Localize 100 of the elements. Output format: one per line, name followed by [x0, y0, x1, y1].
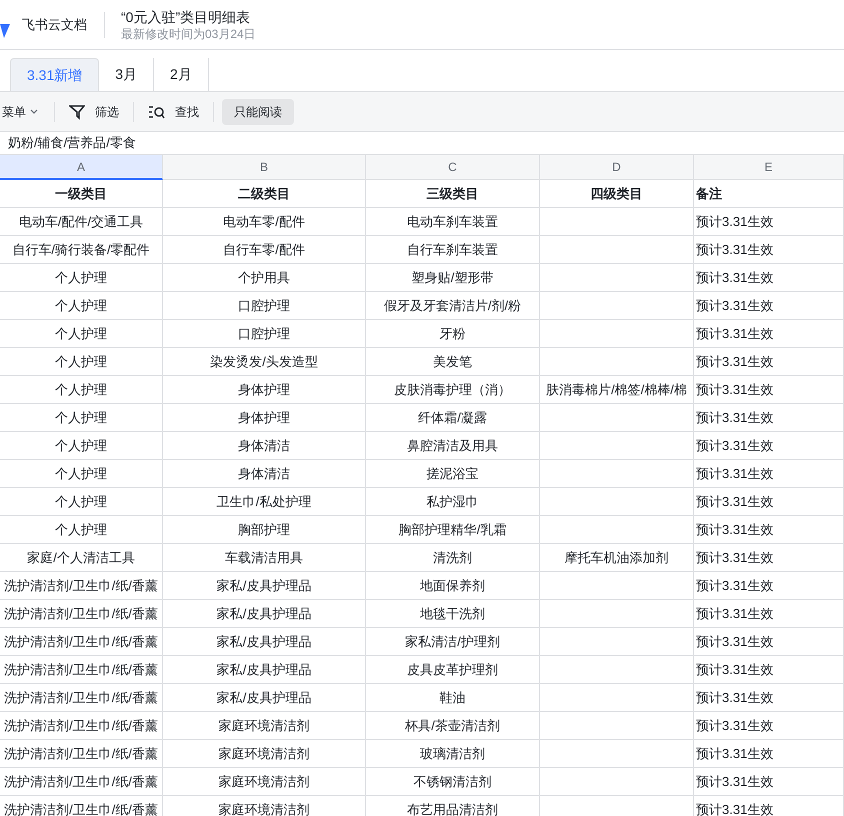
table-cell-text: 口腔护理 [238, 296, 290, 315]
table-cell-text: 预计3.31生效 [696, 520, 774, 539]
table-cell-text: 杯具/茶壶清洁剂 [405, 716, 500, 735]
table-cell-text: 搓泥浴宝 [426, 464, 478, 483]
table-cell-text: 预计3.31生效 [696, 380, 774, 399]
table-cell-text: 预计3.31生效 [696, 240, 774, 259]
table-cell-text: 地毯干洗剂 [420, 604, 485, 623]
sheet-tab[interactable]: 3.31新增 [10, 58, 100, 91]
table-cell-text: 玻璃清洁剂 [420, 744, 485, 763]
table-cell-text: 预计3.31生效 [696, 436, 774, 455]
table-cell-text: 电动车零/配件 [223, 212, 305, 231]
sheet-tab[interactable]: 3月 [99, 58, 154, 91]
table-cell-text: 身体护理 [238, 408, 290, 427]
filter-button[interactable]: 筛选 [63, 102, 125, 120]
table-cell-text: 个人护理 [55, 324, 107, 343]
last-modified-text: 最新修改时间为03月24日 [121, 26, 256, 42]
table-cell-text: 家私/皮具护理品 [216, 688, 312, 707]
menu-dropdown[interactable]: 菜单 [2, 102, 46, 120]
table-cell-text: 家私/皮具护理品 [216, 576, 312, 595]
table-cell-text: 假牙及牙套清洁片/剂/粉 [384, 296, 522, 315]
logo-icon [0, 24, 10, 38]
table-cell-text: 洗护清洁剂/卫生巾/纸/香薰 [4, 744, 158, 763]
table-cell-text: 个人护理 [55, 464, 107, 483]
table-cell-text: 自行车零/配件 [223, 240, 305, 259]
find-button[interactable]: 查找 [142, 102, 205, 120]
table-cell-text: 洗护清洁剂/卫生巾/纸/香薰 [4, 576, 158, 595]
table-cell-text: 家私/皮具护理品 [216, 604, 312, 623]
table-cell-text: 家庭环境清洁剂 [218, 744, 310, 763]
table-cell-text: 卫生巾/私处护理 [216, 492, 312, 511]
table-cell-text: 鼻腔清洁及用具 [407, 436, 498, 455]
column-header[interactable]: B [163, 155, 366, 180]
sheet-tab[interactable]: 2月 [154, 58, 209, 91]
table-cell-text: 胸部护理 [238, 520, 290, 539]
table-cell-text: 自行车刹车装置 [407, 240, 498, 259]
header-cell-text: 四级类目 [590, 184, 642, 203]
table-cell-text: 预计3.31生效 [696, 268, 774, 287]
search-icon [148, 104, 165, 120]
table-cell-text: 电动车/配件/交通工具 [18, 212, 144, 231]
column-header[interactable]: E [694, 155, 844, 180]
header-cell-text: 二级类目 [238, 184, 290, 203]
table-cell-text: 洗护清洁剂/卫生巾/纸/香薰 [4, 604, 158, 623]
table-cell-text: 个人护理 [55, 380, 107, 399]
table-cell-text: 胸部护理精华/乳霜 [398, 520, 506, 539]
table-cell-text: 染发烫发/头发造型 [210, 352, 318, 371]
table-cell-text: 车载清洁用具 [225, 548, 303, 567]
table-cell-text: 家庭/个人清洁工具 [27, 548, 135, 567]
table-cell-text: 鞋油 [440, 688, 466, 707]
table-cell-text: 肤消毒棉片/棉签/棉棒/棉 [546, 380, 687, 399]
table-cell-text: 预计3.31生效 [696, 296, 774, 315]
table-cell-text: 预计3.31生效 [696, 324, 774, 343]
table-cell-text: 口腔护理 [238, 324, 290, 343]
table-cell-text: 布艺用品清洁剂 [407, 800, 498, 816]
table-cell-text: 洗护清洁剂/卫生巾/纸/香薰 [4, 660, 158, 679]
table-cell-text: 家庭环境清洁剂 [218, 716, 310, 735]
table-cell-text: 预计3.31生效 [696, 352, 774, 371]
app-name: 飞书云文档 [22, 16, 87, 34]
table-cell-text: 家私/皮具护理品 [216, 660, 312, 679]
formula-bar-value: 奶粉/辅食/营养品/零食 [8, 134, 136, 152]
table-cell-text: 洗护清洁剂/卫生巾/纸/香薰 [4, 716, 158, 735]
table-cell-text: 美发笔 [433, 352, 472, 371]
table-cell-text: 牙粉 [440, 324, 466, 343]
table-cell-text: 个护用具 [238, 268, 290, 287]
table-cell-text: 地面保养剂 [420, 576, 485, 595]
table-cell-text: 洗护清洁剂/卫生巾/纸/香薰 [4, 772, 158, 791]
table-cell-text: 预计3.31生效 [696, 464, 774, 483]
column-header[interactable]: D [540, 155, 694, 180]
table-cell-text: 私护湿巾 [426, 492, 478, 511]
table-cell-text: 家私/皮具护理品 [216, 632, 312, 651]
table-cell-text: 个人护理 [55, 296, 107, 315]
table-cell-text: 预计3.31生效 [696, 492, 774, 511]
table-cell-text: 预计3.31生效 [696, 212, 774, 231]
table-cell-text: 家庭环境清洁剂 [218, 772, 310, 791]
table-cell-text: 个人护理 [55, 492, 107, 511]
column-header[interactable]: C [366, 155, 540, 180]
table-cell-text: 预计3.31生效 [696, 800, 774, 816]
table-cell-text: 个人护理 [55, 436, 107, 455]
table-cell-text: 洗护清洁剂/卫生巾/纸/香薰 [4, 632, 158, 651]
table-cell-text: 预计3.31生效 [696, 688, 774, 707]
table-cell-text: 预计3.31生效 [696, 604, 774, 623]
table-cell-text: 个人护理 [55, 408, 107, 427]
table-cell-text: 皮具皮革护理剂 [407, 660, 498, 679]
table-cell-text: 预计3.31生效 [696, 548, 774, 567]
read-only-badge: 只能阅读 [222, 98, 294, 124]
table-cell-text: 预计3.31生效 [696, 716, 774, 735]
column-header[interactable]: A [0, 155, 163, 180]
table-cell-text: 预计3.31生效 [696, 632, 774, 651]
table-cell-text: 自行车/骑行装备/零配件 [12, 240, 150, 259]
table-cell-text: 预计3.31生效 [696, 744, 774, 763]
filter-icon [69, 104, 85, 120]
table-cell-text: 家私清洁/护理剂 [405, 632, 500, 651]
chevron-down-icon [30, 109, 38, 114]
table-cell-text: 身体清洁 [238, 464, 290, 483]
table-cell-text: 洗护清洁剂/卫生巾/纸/香薰 [4, 800, 158, 816]
table-cell-text: 纤体霜/凝露 [418, 408, 487, 427]
table-cell-text: 塑身贴/塑形带 [412, 268, 494, 287]
table-cell-text: 身体护理 [238, 380, 290, 399]
table-cell-text: 个人护理 [55, 520, 107, 539]
table-cell-text: 清洗剂 [433, 548, 472, 567]
table-cell-text: 预计3.31生效 [696, 408, 774, 427]
table-cell-text: 皮肤消毒护理（消） [394, 380, 511, 399]
